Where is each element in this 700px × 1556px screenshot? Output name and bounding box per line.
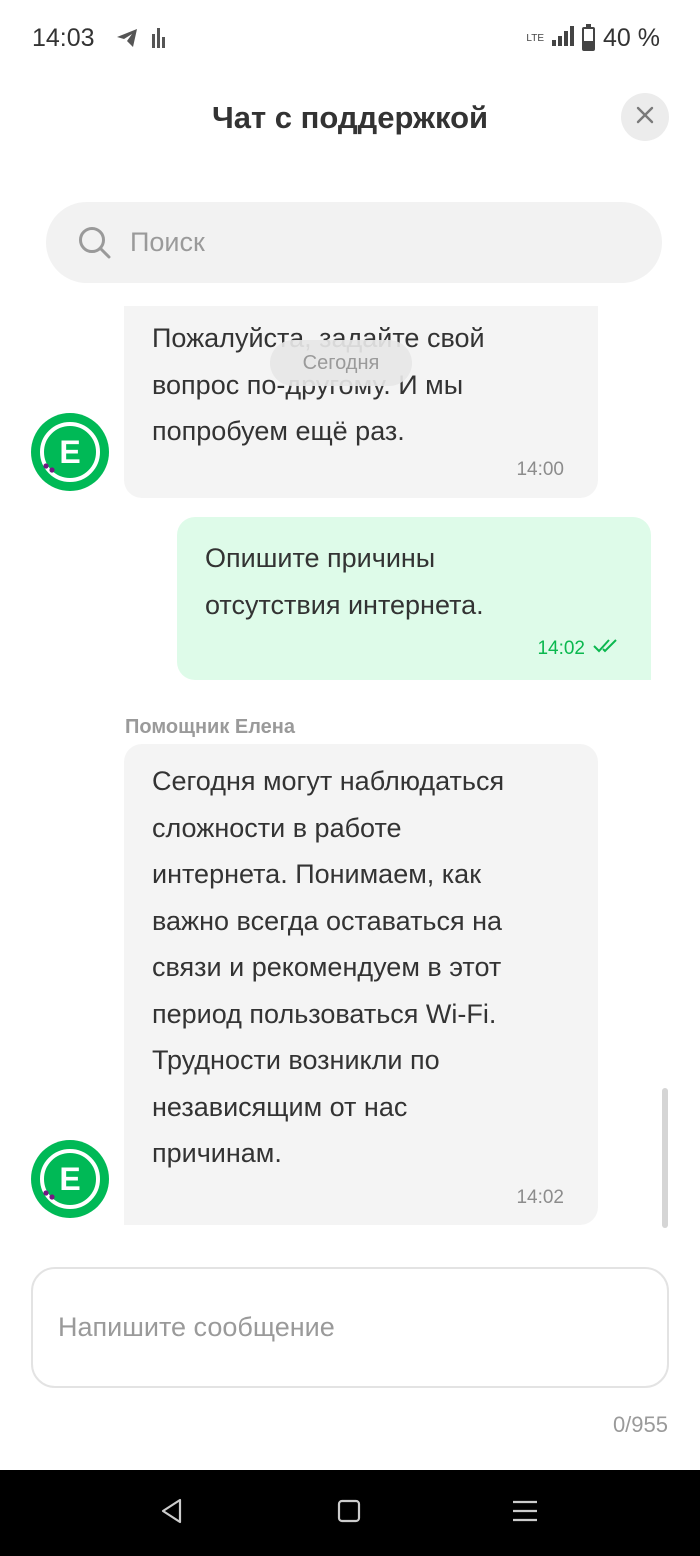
network-type: LTE (526, 32, 545, 44)
nav-menu-button[interactable] (505, 1496, 545, 1530)
nav-back-button[interactable] (152, 1496, 192, 1530)
message-text-line: связи и рекомендуем в этот (152, 952, 502, 982)
header: Чат с поддержкой (0, 80, 700, 160)
sender-name: Помощник Елена (125, 716, 295, 738)
nav-menu-icon (512, 1500, 538, 1527)
system-nav-bar (0, 1470, 700, 1556)
message-text-line: попробуем ещё раз. (152, 416, 405, 446)
avatar-letter: E (59, 1160, 81, 1197)
message-text-line: отсутствия интернета. (205, 589, 484, 620)
nav-back-icon (160, 1498, 184, 1529)
message-bubble-outgoing: Опишите причины отсутствия интернета. 14… (177, 517, 651, 680)
signal-icon (552, 24, 575, 53)
message-text-line: сложности в работе (152, 812, 402, 843)
message-input[interactable]: Напишите сообщение (31, 1267, 669, 1388)
message-placeholder: Напишите сообщение (58, 1312, 335, 1342)
search-icon (78, 226, 112, 260)
nav-home-button[interactable] (329, 1496, 369, 1530)
avatar: E (31, 1140, 109, 1218)
search-input[interactable]: Поиск (46, 202, 662, 283)
battery-level: 40 % (603, 24, 660, 52)
message-text-line: период пользоваться Wi-Fi. (152, 998, 497, 1029)
character-counter: 0/955 (612, 1412, 668, 1437)
close-icon (636, 106, 654, 129)
battery-icon (582, 23, 596, 51)
activity-icon (152, 28, 166, 53)
message-text-line: Трудности возникли по (152, 1045, 440, 1075)
avatar-letter: E (59, 433, 81, 470)
message-bubble-incoming: Пожалуйста, задайте свой вопрос по-друго… (124, 306, 598, 498)
chat-scrollbar[interactable] (662, 1088, 668, 1228)
status-bar: 14:03 LTE 40 % (0, 0, 700, 80)
close-button[interactable] (621, 93, 669, 141)
date-separator: Сегодня (270, 340, 412, 386)
avatar-dots-icon (43, 1190, 55, 1200)
avatar-dots-icon (43, 463, 55, 473)
chat-messages[interactable]: Пожалуйста, задайте свой вопрос по-друго… (0, 306, 700, 1238)
avatar: E (31, 413, 109, 491)
status-time: 14:03 (32, 24, 95, 52)
message-time: 14:02 (516, 1187, 564, 1208)
message-text-line: независящим от нас (152, 1091, 408, 1122)
telegram-icon (116, 28, 138, 53)
page-title: Чат с поддержкой (211, 100, 489, 135)
message-status: 14:02 (537, 637, 621, 661)
message-bubble-incoming: Сегодня могут наблюдаться сложности в ра… (124, 744, 598, 1225)
message-time: 14:02 (537, 638, 585, 659)
message-text-line: причинам. (152, 1138, 282, 1168)
message-time: 14:00 (516, 459, 564, 480)
message-text-line: Опишите причины (205, 543, 436, 573)
message-text-line: Сегодня могут наблюдаться (152, 766, 505, 796)
double-check-icon (593, 637, 621, 661)
message-text-line: интернета. Понимаем, как (152, 859, 482, 889)
nav-home-icon (337, 1499, 361, 1528)
search-placeholder: Поиск (130, 227, 205, 257)
message-text-line: важно всегда оставаться на (152, 905, 503, 936)
